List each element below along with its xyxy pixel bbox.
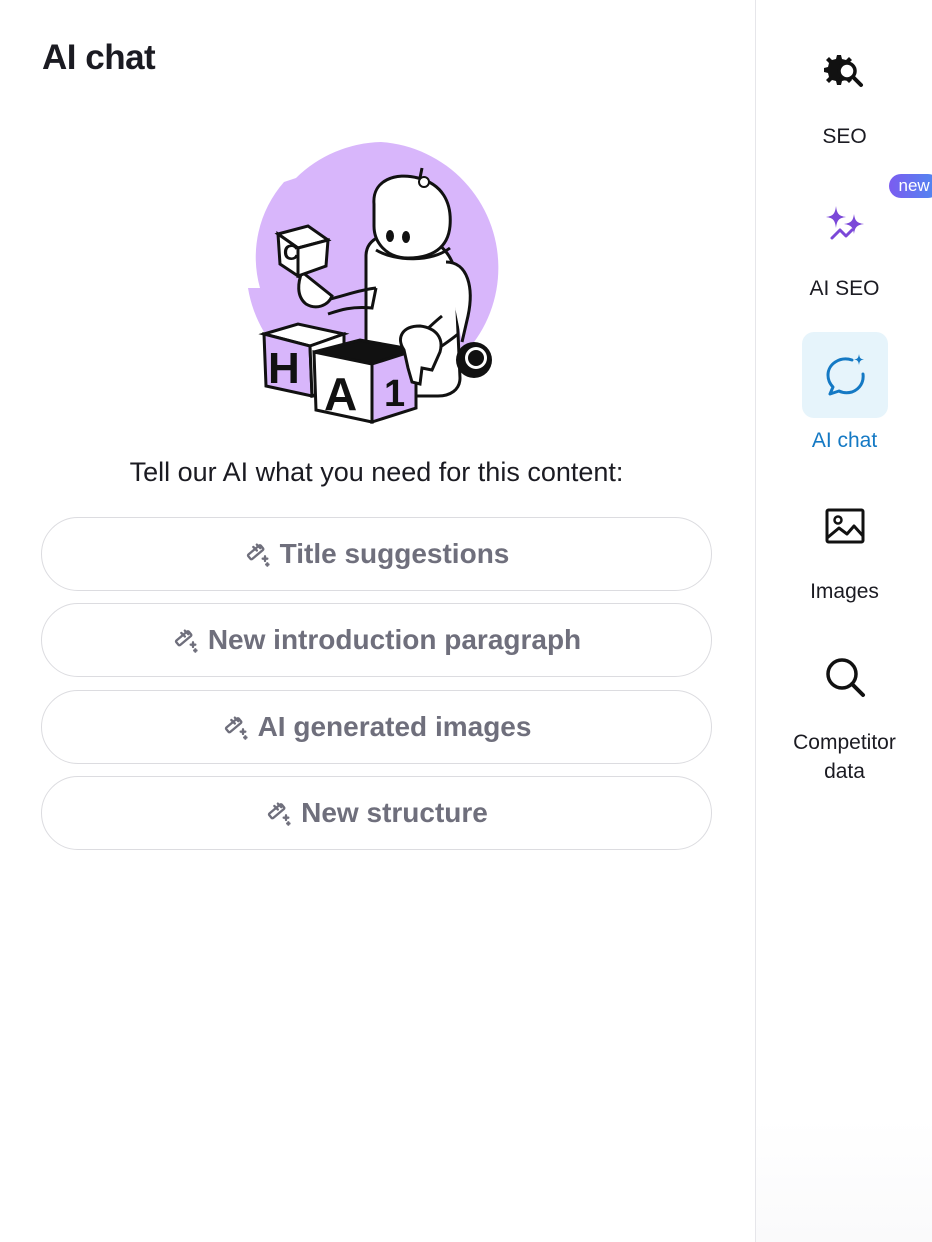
rail-item-ai-chat[interactable]: AI chat — [756, 332, 932, 455]
rail-item-ai-seo[interactable]: new AI SEO — [756, 174, 932, 303]
suggestion-title-suggestions[interactable]: Title suggestions — [41, 517, 712, 591]
suggestion-new-structure[interactable]: New structure — [41, 776, 712, 850]
rail-item-images[interactable]: Images — [756, 483, 932, 606]
rail-item-label: SEO — [822, 125, 867, 148]
robot-illustration: C H A 1 — [248, 142, 499, 425]
suggestion-ai-generated-images[interactable]: AI generated images — [41, 690, 712, 764]
sparkles-icon — [825, 206, 864, 240]
magic-wand-icon — [224, 716, 248, 740]
rail-item-label: AI SEO — [809, 277, 880, 300]
seo-gear-search-icon — [823, 55, 863, 87]
image-icon — [825, 508, 864, 544]
magic-wand-icon — [174, 629, 198, 653]
svg-text:C: C — [283, 240, 299, 265]
rail-icon-box — [802, 634, 888, 720]
suggestion-label: AI generated images — [257, 711, 532, 742]
suggestion-new-introduction-paragraph[interactable]: New introduction paragraph — [41, 603, 712, 677]
chat-bubble-sparkle-icon — [826, 354, 865, 396]
rail-item-label: AI chat — [811, 429, 878, 452]
sidebar-rail: SEO new AI SEO AI chat Images Competitor… — [755, 0, 932, 1242]
rail-item-seo[interactable]: SEO — [756, 28, 932, 151]
prompt-text: Tell our AI what you need for this conte… — [129, 457, 624, 487]
svg-text:1: 1 — [384, 373, 405, 415]
suggestion-label: New introduction paragraph — [207, 624, 582, 655]
search-icon — [825, 658, 865, 697]
ai-chat-panel: AI chat C H A 1 Tell our AI what you nee… — [0, 0, 755, 1242]
magic-wand-icon — [246, 543, 270, 567]
rail-item-label: Images — [810, 580, 879, 603]
svg-text:H: H — [268, 344, 300, 393]
rail-icon-box: new — [802, 174, 932, 266]
rail-icon-box-active — [801, 332, 888, 418]
rail-item-competitor-data[interactable]: Competitor data — [756, 634, 932, 786]
app: AI chat C H A 1 Tell our AI what you nee… — [0, 0, 932, 1242]
suggestion-label: New structure — [301, 797, 488, 828]
page-title: AI chat — [42, 38, 156, 77]
rail-icon-box — [802, 483, 888, 569]
svg-text:A: A — [324, 368, 357, 420]
magic-wand-icon — [267, 802, 291, 826]
new-badge: new — [888, 174, 932, 198]
rail-item-label: Competitor data — [793, 731, 896, 783]
suggestion-label: Title suggestions — [279, 538, 510, 569]
rail-icon-box — [802, 28, 888, 114]
